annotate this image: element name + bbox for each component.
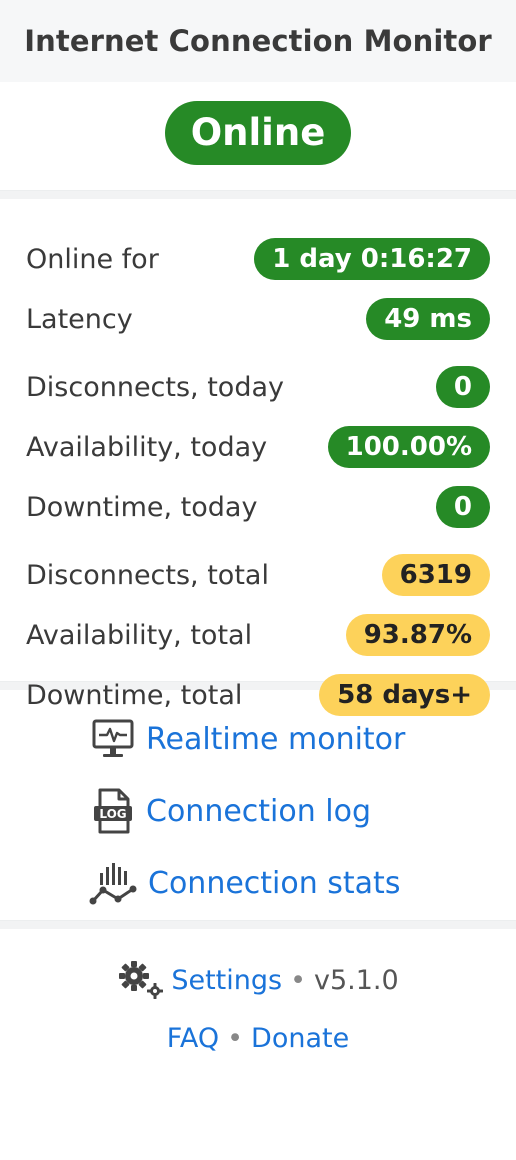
stat-value-badge: 93.87% [345, 614, 490, 656]
app-title: Internet Connection Monitor [24, 24, 492, 58]
realtime-monitor-link[interactable]: Realtime monitor [90, 716, 405, 762]
separator: • [227, 1022, 244, 1054]
connection-stats-link-label[interactable]: Connection stats [148, 866, 400, 901]
footer: Settings • v5.1.0 FAQ • Donate [0, 929, 516, 1061]
online-status-badge: Online [164, 101, 352, 165]
stats-chart-icon [88, 860, 138, 906]
settings-line: Settings • v5.1.0 [0, 957, 516, 1003]
stat-row-disconnects-today: Disconnects, today 0 [26, 365, 490, 409]
stat-value-badge: 0 [435, 366, 490, 408]
stat-row-downtime-today: Downtime, today 0 [26, 485, 490, 529]
version-text: v5.1.0 [314, 964, 399, 996]
monitor-icon [90, 716, 136, 762]
stat-row-latency: Latency 49 ms [26, 297, 490, 341]
stat-label: Availability, total [26, 619, 253, 651]
separator: • [290, 964, 306, 996]
stat-row-availability-today: Availability, today 100.00% [26, 425, 490, 469]
stat-row-availability-total: Availability, total 93.87% [26, 613, 490, 657]
settings-link[interactable]: Settings [171, 965, 282, 996]
faq-link[interactable]: FAQ [167, 1023, 219, 1054]
stat-value-badge: 1 day 0:16:27 [254, 238, 490, 280]
links-section: Realtime monitor LOG Connection log Conn… [0, 690, 516, 920]
log-file-icon: LOG [90, 788, 136, 834]
gears-icon [117, 959, 167, 1001]
stat-label: Online for [26, 243, 159, 275]
svg-text:LOG: LOG [99, 807, 126, 821]
app-header: Internet Connection Monitor [0, 0, 516, 82]
status-section: Online [0, 82, 516, 190]
stat-label: Availability, today [26, 431, 268, 463]
stat-row-disconnects-total: Disconnects, total 6319 [26, 553, 490, 597]
stat-value-badge: 0 [435, 486, 490, 528]
stat-label: Latency [26, 303, 133, 335]
connection-log-link-label[interactable]: Connection log [146, 794, 371, 829]
connection-stats-link[interactable]: Connection stats [88, 860, 400, 906]
stat-label: Downtime, today [26, 491, 258, 523]
stat-label: Disconnects, today [26, 371, 284, 403]
stat-label: Disconnects, total [26, 559, 269, 591]
help-line: FAQ • Donate [0, 1015, 516, 1061]
section-divider [0, 920, 516, 929]
donate-link[interactable]: Donate [251, 1023, 349, 1054]
stat-value-badge: 6319 [381, 554, 490, 596]
stat-row-online-for: Online for 1 day 0:16:27 [26, 237, 490, 281]
realtime-monitor-link-label[interactable]: Realtime monitor [146, 722, 405, 757]
section-divider [0, 190, 516, 199]
stats-panel: Online for 1 day 0:16:27 Latency 49 ms D… [0, 199, 516, 716]
stat-value-badge: 49 ms [366, 298, 490, 340]
connection-log-link[interactable]: LOG Connection log [90, 788, 371, 834]
stat-value-badge: 100.00% [327, 426, 490, 468]
